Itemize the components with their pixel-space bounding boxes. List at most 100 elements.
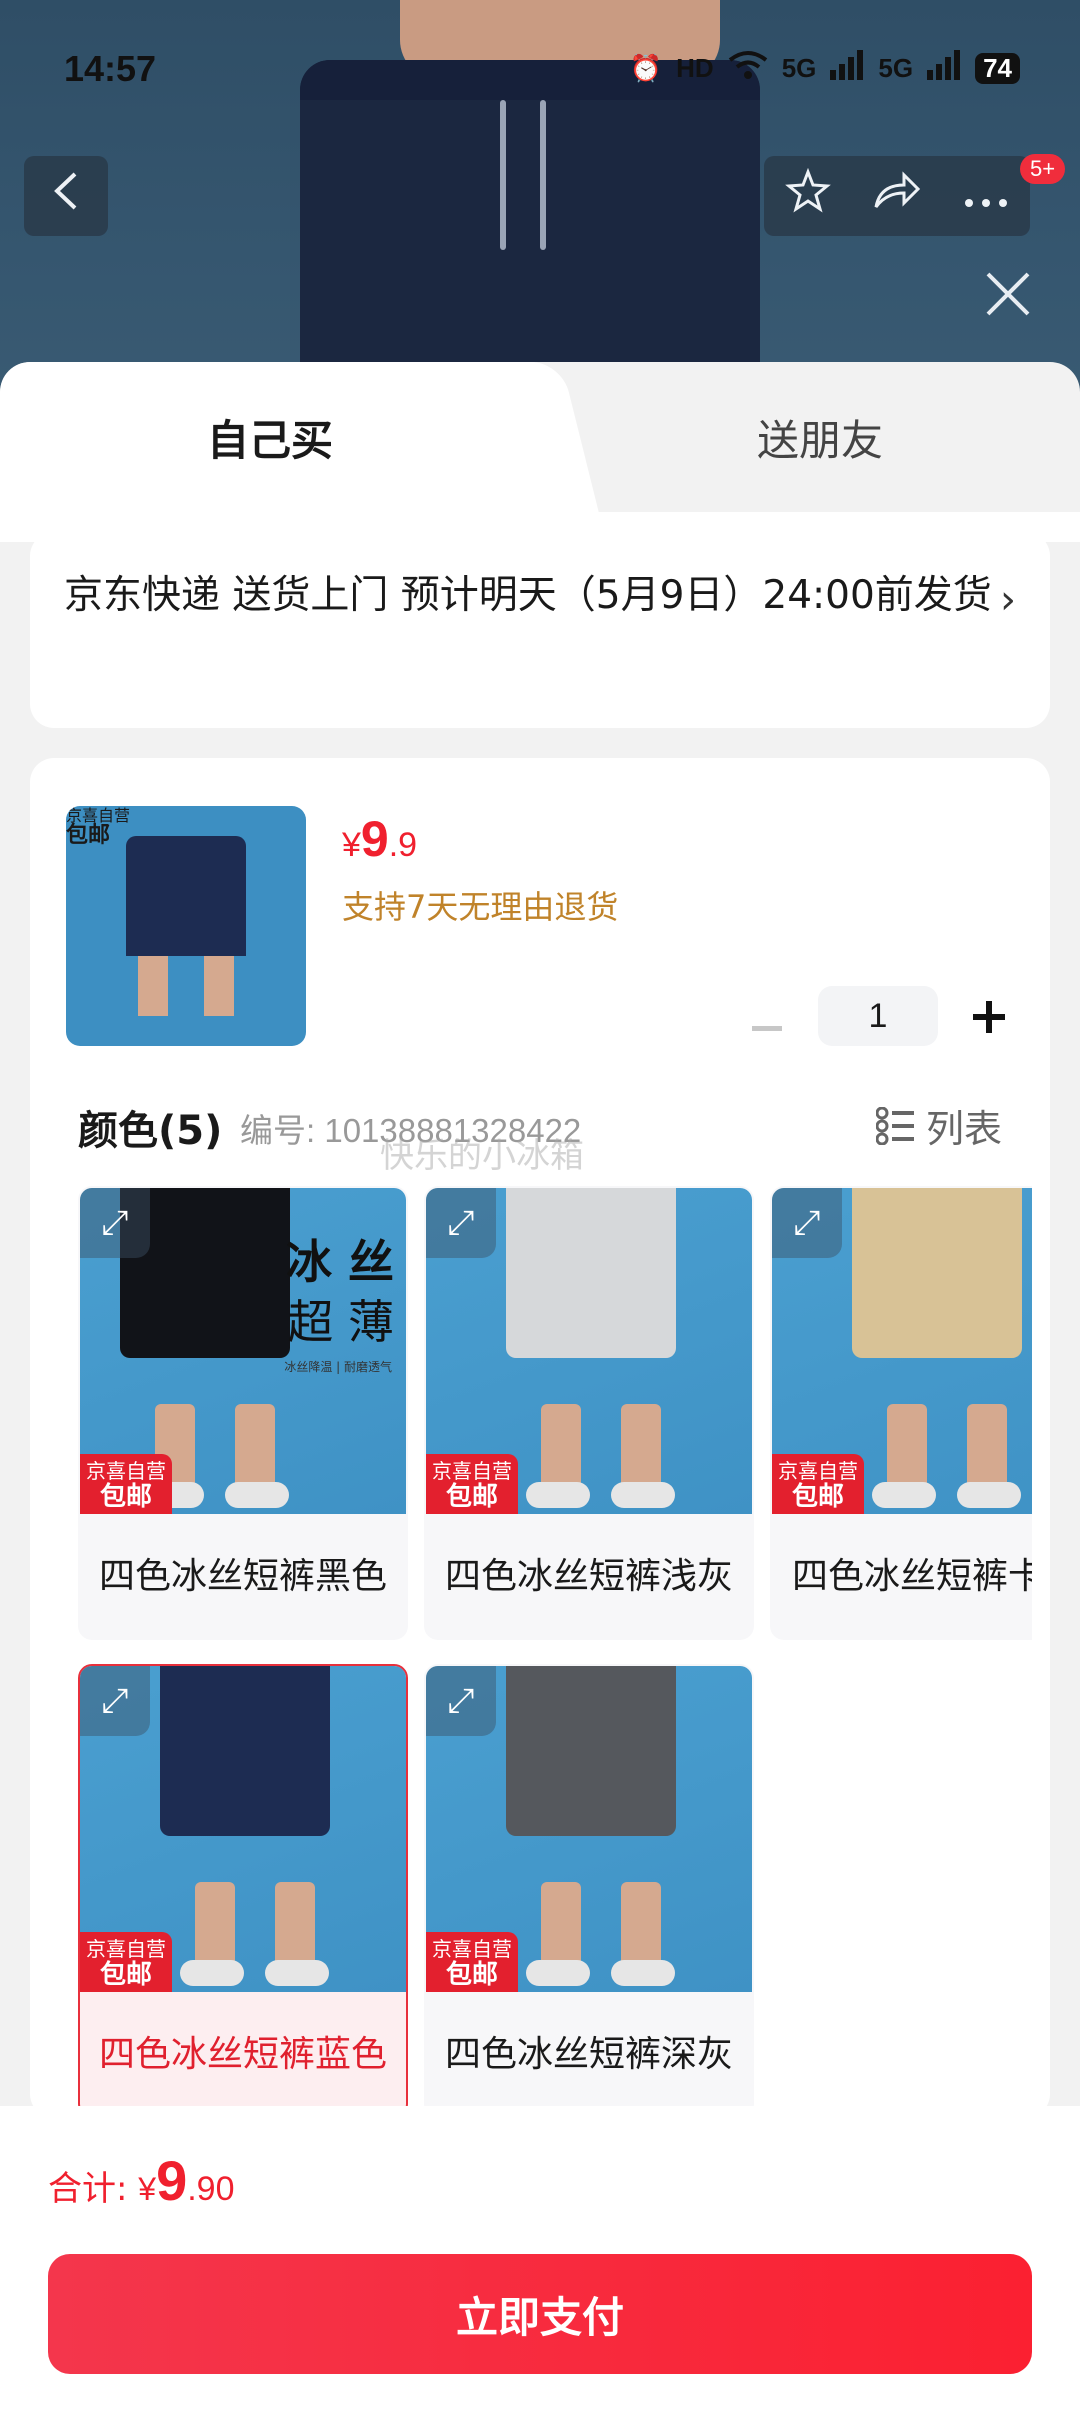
shoe [225,1482,289,1508]
expand-button[interactable]: ⤢ [772,1188,842,1258]
variant-image: ⤢ 京喜自营 包邮 [426,1666,752,1992]
promo-line-1: 冰 丝 [285,1235,394,1289]
expand-button[interactable]: ⤢ [426,1666,496,1736]
return-policy: 支持7天无理由退货 [342,888,619,926]
jd-tag-bottom: 包邮 [445,1960,498,1990]
wifi-icon [728,50,768,87]
color-variant-grid: 冰 丝 超 薄 冰丝降温 | 耐磨透气 ⤢ 京喜自营 包邮 四色冰丝短裤黑色 ⤢… [78,1186,1032,2118]
variant-name: 四色冰丝短裤蓝色 [98,2034,387,2075]
alarm-icon: ⏰ [629,53,663,83]
shoe [957,1482,1021,1508]
leg [887,1404,927,1494]
delivery-info[interactable]: 京东快递 送货上门 预计明天（5月9日）24:00前发货 › [30,532,1050,728]
variant-tile-light-grey[interactable]: ⤢ 京喜自营 包邮 四色冰丝短裤浅灰 [424,1186,754,1640]
total-symbol: ¥ [138,2171,157,2207]
variant-image: ⤢ 京喜自营 包邮 [80,1666,406,1992]
variant-shorts [852,1188,1022,1358]
tab-gift-to-friend-label: 送朋友 [756,415,883,465]
quantity-stepper: 1 [742,986,1014,1046]
checkout-bar: 合计: ¥9.90 立即支付 [0,2106,1080,2412]
variant-image: 冰 丝 超 薄 冰丝降温 | 耐磨透气 ⤢ 京喜自营 包邮 [80,1188,406,1514]
expand-icon: ⤢ [101,1203,129,1243]
expand-button[interactable]: ⤢ [80,1666,150,1736]
jd-self-operated-tag: 京喜自营 包邮 [80,1932,172,1992]
total-decimal: .90 [187,2170,235,2208]
product-card: 京喜自营 包邮 ¥9.9 支持7天无理由退货 1 颜色(5) 编号: 10138… [30,758,1050,2118]
leg [967,1404,1007,1494]
list-view-toggle[interactable]: 列表 [875,1098,1002,1153]
purchase-sheet: 自己买 送朋友 京东快递 送货上门 预计明天（5月9日）24:00前发货 › 京… [0,362,1080,2412]
variant-shorts [160,1666,330,1836]
expand-icon: ⤢ [101,1681,129,1721]
decrease-button[interactable] [742,989,792,1043]
variant-shorts [506,1188,676,1358]
favorite-button[interactable] [784,167,831,224]
more-button[interactable] [963,173,1009,219]
shoe [526,1482,590,1508]
jd-self-operated-tag: 京喜自营 包邮 [426,1454,518,1514]
jd-tag-top: 京喜自营 [778,1459,858,1483]
chevron-left-icon [51,170,81,222]
jd-tag-bottom: 包邮 [66,823,111,848]
variant-tile-dark-grey[interactable]: ⤢ 京喜自营 包邮 四色冰丝短裤深灰 [424,1664,754,2118]
jd-tag-bottom: 包邮 [99,1482,152,1512]
chevron-right-icon: › [1000,577,1016,623]
share-icon [874,171,921,208]
close-button[interactable] [978,268,1038,328]
shoe [180,1960,244,1986]
variant-tile-khaki[interactable]: ⤢ 京喜自营包邮 四色冰丝短裤卡其 [770,1186,1032,1640]
jd-tag-top: 京喜自营 [432,1459,512,1483]
minus-icon [752,1026,782,1031]
signal-bars-icon [830,50,864,87]
variant-name: 四色冰丝短裤卡其 [792,1556,1032,1597]
jd-self-operated-tag: 京喜自营 包邮 [772,1454,864,1514]
jd-tag-top: 京喜自营 [86,1459,166,1483]
increase-button[interactable] [964,987,1014,1045]
expand-button[interactable]: ⤢ [80,1188,150,1258]
purchase-tabs: 自己买 送朋友 [0,362,1080,512]
watermark: 快乐的小冰箱 [380,1136,584,1176]
pay-now-button[interactable]: 立即支付 [48,2254,1032,2374]
leg [541,1404,581,1494]
variant-tile-black[interactable]: 冰 丝 超 薄 冰丝降温 | 耐磨透气 ⤢ 京喜自营 包邮 四色冰丝短裤黑色 [78,1186,408,1640]
variant-image: ⤢ 京喜自营 包邮 [426,1188,752,1514]
expand-icon: ⤢ [447,1203,475,1243]
back-button[interactable] [24,156,108,236]
status-icons: ⏰ HD 5G 5G 74 [630,50,1020,87]
leg [235,1404,275,1494]
leg [541,1882,581,1972]
expand-button[interactable]: ⤢ [426,1188,496,1258]
leg [195,1882,235,1972]
signal-bars-icon-2 [927,50,961,87]
list-toggle-label: 列表 [925,1107,1002,1151]
share-button[interactable] [872,171,922,221]
battery-indicator: 74 [975,53,1020,84]
product-thumbnail[interactable]: 京喜自营 包邮 [66,806,306,1046]
leg [621,1404,661,1494]
list-icon [875,1106,914,1145]
price-symbol: ¥ [342,826,361,864]
promo-headline: 冰 丝 超 薄 [286,1232,394,1352]
order-total: 合计: ¥9.90 [48,2148,234,2213]
color-section-title: 颜色(5) [78,1108,223,1154]
star-icon [784,167,831,213]
variant-image: ⤢ 京喜自营 包邮 [772,1188,1032,1514]
tab-buy-for-self[interactable]: 自己买 [0,362,540,512]
variant-tile-blue[interactable]: ⤢ 京喜自营 包邮 四色冰丝短裤蓝色 [78,1664,408,2118]
product-price: ¥9.9 [342,810,417,868]
variant-name: 四色冰丝短裤黑色 [98,1556,387,1597]
status-time: 14:57 [64,48,157,89]
variant-name: 四色冰丝短裤深灰 [444,2034,733,2075]
price-integer: 9 [360,811,389,867]
jd-self-operated-tag: 京喜自营 包邮 [80,1454,172,1514]
signal-5g-icon: 5G [781,53,817,83]
close-icon [986,272,1030,316]
expand-icon: ⤢ [793,1203,821,1243]
hd-icon: HD [676,53,714,83]
jd-tag-bottom: 包邮 [445,1482,498,1512]
tab-gift-to-friend[interactable]: 送朋友 [560,362,1080,512]
thumb-leg [204,956,234,1016]
quantity-value[interactable]: 1 [818,986,938,1046]
leg [275,1882,315,1972]
promo-line-2: 超 薄 [287,1295,394,1349]
